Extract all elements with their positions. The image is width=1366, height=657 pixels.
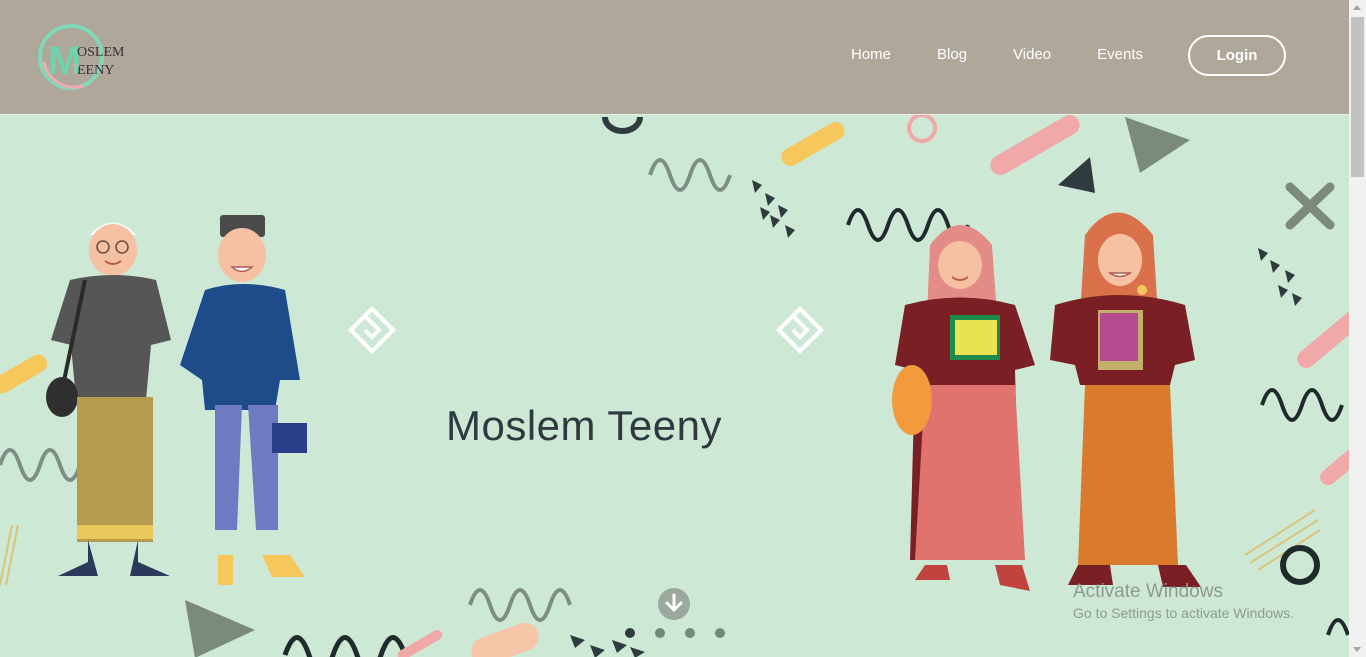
carousel-dot-3[interactable]: [685, 628, 695, 638]
logo-text-line2: EENY: [77, 63, 114, 78]
site-header: M OSLEM EENY T Home Blog Video Events Lo…: [0, 0, 1349, 114]
carousel-dot-2[interactable]: [655, 628, 665, 638]
nav-blog[interactable]: Blog: [937, 46, 967, 64]
kufic-ornament-right: [775, 305, 825, 355]
watermark-subtitle: Go to Settings to activate Windows.: [1073, 605, 1294, 621]
hero-title: Moslem Teeny: [446, 402, 723, 449]
character-boy-peci-white: [46, 222, 171, 576]
character-girl-orange-hijab: [1050, 212, 1201, 587]
nav-home[interactable]: Home: [851, 46, 891, 64]
carousel-indicators: [625, 628, 725, 638]
vertical-scrollbar[interactable]: [1349, 0, 1366, 657]
page: M OSLEM EENY T Home Blog Video Events Lo…: [0, 0, 1366, 657]
carousel-dot-1[interactable]: [625, 628, 635, 638]
carousel-dot-4[interactable]: [715, 628, 725, 638]
kufic-ornament-left: [347, 305, 397, 355]
svg-text:T: T: [71, 63, 80, 78]
scroll-down-arrow-icon[interactable]: [1353, 647, 1361, 652]
scroll-up-arrow-icon[interactable]: [1353, 5, 1361, 10]
site-logo[interactable]: M OSLEM EENY T: [38, 22, 128, 92]
scroll-down-icon[interactable]: [658, 588, 690, 620]
hero-banner: Moslem Teeny: [0, 114, 1349, 657]
login-button[interactable]: Login: [1188, 35, 1286, 76]
logo-text-line1: OSLEM: [77, 45, 125, 60]
character-boy-peci-black: [180, 215, 307, 585]
watermark-title: Activate Windows: [1073, 581, 1223, 602]
windows-activation-watermark: Activate Windows Go to Settings to activ…: [1073, 581, 1294, 623]
main-nav: Home Blog Video Events: [851, 46, 1189, 64]
hero-illustration: [0, 115, 1349, 657]
scrollbar-thumb[interactable]: [1351, 17, 1364, 177]
nav-events[interactable]: Events: [1097, 46, 1143, 64]
character-girl-pink-hijab: [892, 225, 1035, 591]
nav-video[interactable]: Video: [1013, 46, 1051, 64]
